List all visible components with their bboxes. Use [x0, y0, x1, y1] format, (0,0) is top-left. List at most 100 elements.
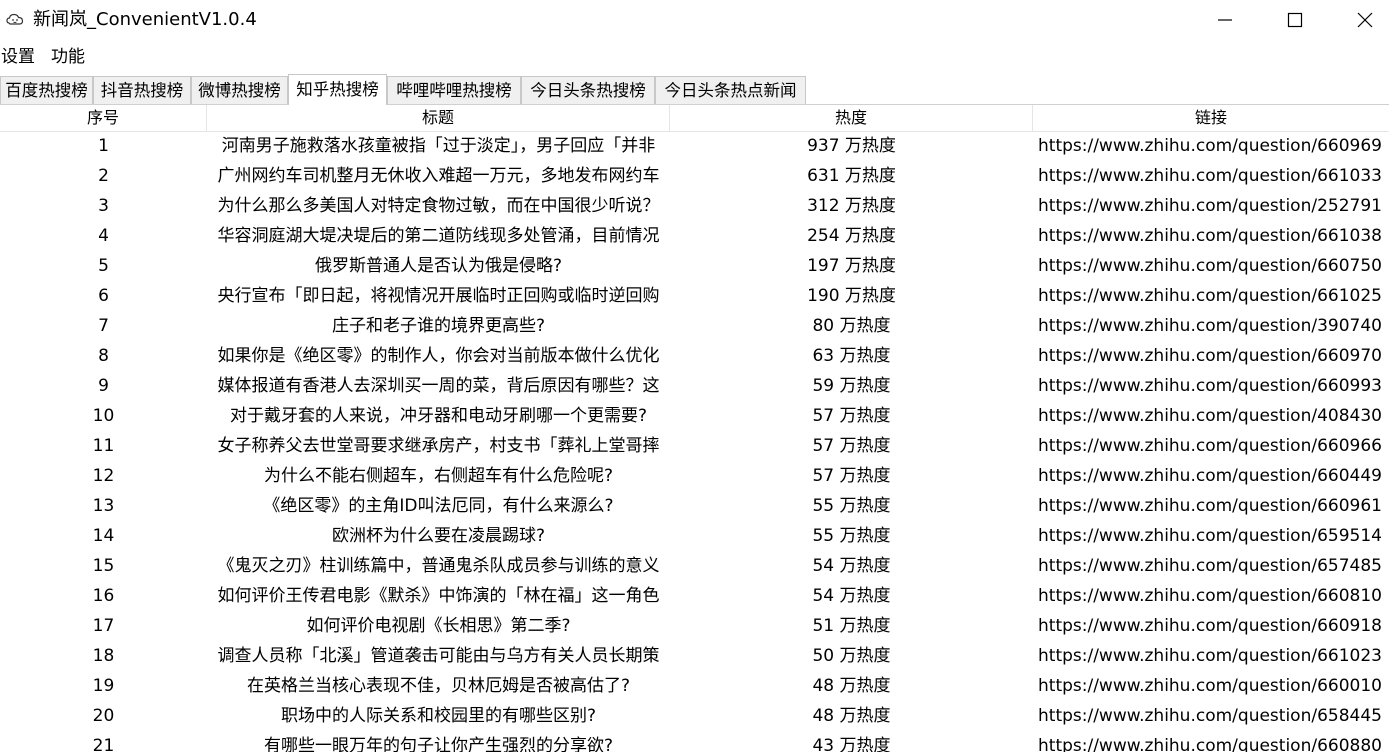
cell-heat[interactable]: 51 万热度 — [670, 611, 1033, 641]
tab-zhihu[interactable]: 知乎热搜榜 — [288, 74, 387, 105]
table-row[interactable]: 20 职场中的人际关系和校园里的有哪些区别? 48 万热度 https://www.z… — [0, 701, 1389, 731]
table-row[interactable]: 19 在英格兰当核心表现不佳，贝林厄姆是否被高估了? 48 万热度 https://w… — [0, 671, 1389, 701]
cell-title[interactable]: 为什么不能右侧超车，右侧超车有什么危险呢? — [207, 461, 670, 491]
table-row[interactable]: 4 华容洞庭湖大堤决堤后的第二道防线现多处管涌，目前情况 254 万热度 https:… — [0, 221, 1389, 251]
cell-heat[interactable]: 197 万热度 — [670, 251, 1033, 281]
cell-link[interactable]: https://www.zhihu.com/question/660970 — [1033, 341, 1389, 371]
cell-title[interactable]: 如何评价王传君电影《默杀》中饰演的「林在福」这一角色 — [207, 581, 670, 611]
cell-title[interactable]: 对于戴牙套的人来说，冲牙器和电动牙刷哪一个更需要? — [207, 401, 670, 431]
cell-index[interactable]: 1 — [0, 131, 207, 161]
cell-link[interactable]: https://www.zhihu.com/question/660918 — [1033, 611, 1389, 641]
cell-index[interactable]: 6 — [0, 281, 207, 311]
cell-link[interactable]: https://www.zhihu.com/question/660969 — [1033, 131, 1389, 161]
tab-bilibili[interactable]: 哔哩哔哩热搜榜 — [387, 76, 521, 104]
cell-title[interactable]: 为什么那么多美国人对特定食物过敏，而在中国很少听说？ — [207, 191, 670, 221]
cell-heat[interactable]: 57 万热度 — [670, 431, 1033, 461]
cell-title[interactable]: 河南男子施救落水孩童被指「过于淡定」，男子回应「并非 — [207, 131, 670, 161]
table-row[interactable]: 2 广州网约车司机整月无休收入难超一万元，多地发布网约车 631 万热度 https:… — [0, 161, 1389, 191]
table-row[interactable]: 1 河南男子施救落水孩童被指「过于淡定」，男子回应「并非 937 万热度 https:… — [0, 131, 1389, 161]
cell-title[interactable]: 女子称养父去世堂哥要求继承房产，村支书「葬礼上堂哥摔 — [207, 431, 670, 461]
tab-weibo[interactable]: 微博热搜榜 — [191, 76, 288, 104]
cell-title[interactable]: 有哪些一眼万年的句子让你产生强烈的分享欲? — [207, 731, 670, 752]
cell-index[interactable]: 5 — [0, 251, 207, 281]
cell-link[interactable]: https://www.zhihu.com/question/660810 — [1033, 581, 1389, 611]
cell-heat[interactable]: 48 万热度 — [670, 671, 1033, 701]
cell-heat[interactable]: 190 万热度 — [670, 281, 1033, 311]
cell-title[interactable]: 广州网约车司机整月无休收入难超一万元，多地发布网约车 — [207, 161, 670, 191]
cell-link[interactable]: https://www.zhihu.com/question/408430 — [1033, 401, 1389, 431]
cell-heat[interactable]: 48 万热度 — [670, 701, 1033, 731]
cell-heat[interactable]: 312 万热度 — [670, 191, 1033, 221]
maximize-button[interactable] — [1260, 0, 1330, 40]
cell-index[interactable]: 12 — [0, 461, 207, 491]
cell-link[interactable]: https://www.zhihu.com/question/661033 — [1033, 161, 1389, 191]
cell-index[interactable]: 13 — [0, 491, 207, 521]
cell-heat[interactable]: 55 万热度 — [670, 521, 1033, 551]
menu-functions[interactable]: 功能 — [50, 44, 86, 70]
header-heat[interactable]: 热度 — [670, 105, 1033, 131]
table-row[interactable]: 14 欧洲杯为什么要在凌晨踢球? 55 万热度 https://www.zhihu.c… — [0, 521, 1389, 551]
cell-heat[interactable]: 254 万热度 — [670, 221, 1033, 251]
table-row[interactable]: 3 为什么那么多美国人对特定食物过敏，而在中国很少听说？ 312 万热度 https:… — [0, 191, 1389, 221]
table-row[interactable]: 10 对于戴牙套的人来说，冲牙器和电动牙刷哪一个更需要? 57 万热度 https:/… — [0, 401, 1389, 431]
cell-index[interactable]: 19 — [0, 671, 207, 701]
cell-heat[interactable]: 937 万热度 — [670, 131, 1033, 161]
cell-link[interactable]: https://www.zhihu.com/question/661023 — [1033, 641, 1389, 671]
cell-index[interactable]: 16 — [0, 581, 207, 611]
cell-title[interactable]: 央行宣布「即日起，将视情况开展临时正回购或临时逆回购 — [207, 281, 670, 311]
tab-douyin[interactable]: 抖音热搜榜 — [93, 76, 191, 104]
cell-heat[interactable]: 54 万热度 — [670, 581, 1033, 611]
cell-index[interactable]: 11 — [0, 431, 207, 461]
cell-index[interactable]: 8 — [0, 341, 207, 371]
cell-link[interactable]: https://www.zhihu.com/question/660966 — [1033, 431, 1389, 461]
cell-index[interactable]: 3 — [0, 191, 207, 221]
cell-heat[interactable]: 63 万热度 — [670, 341, 1033, 371]
cell-link[interactable]: https://www.zhihu.com/question/660010 — [1033, 671, 1389, 701]
table-row[interactable]: 18 调查人员称「北溪」管道袭击可能由与乌方有关人员长期策 50 万热度 https:… — [0, 641, 1389, 671]
cell-title[interactable]: 《绝区零》的主角ID叫法厄同，有什么来源么? — [207, 491, 670, 521]
table-row[interactable]: 17 如何评价电视剧《长相思》第二季? 51 万热度 https://www.zhih… — [0, 611, 1389, 641]
cell-heat[interactable]: 57 万热度 — [670, 401, 1033, 431]
cell-link[interactable]: https://www.zhihu.com/question/660961 — [1033, 491, 1389, 521]
cell-title[interactable]: 《鬼灭之刃》柱训练篇中，普通鬼杀队成员参与训练的意义 — [207, 551, 670, 581]
cell-heat[interactable]: 80 万热度 — [670, 311, 1033, 341]
cell-index[interactable]: 20 — [0, 701, 207, 731]
cell-heat[interactable]: 43 万热度 — [670, 731, 1033, 752]
table-row[interactable]: 5 俄罗斯普通人是否认为俄是侵略? 197 万热度 https://www.zhihu… — [0, 251, 1389, 281]
cell-index[interactable]: 4 — [0, 221, 207, 251]
table-row[interactable]: 12 为什么不能右侧超车，右侧超车有什么危险呢? 57 万热度 https://www… — [0, 461, 1389, 491]
menu-settings[interactable]: 设置 — [0, 44, 36, 70]
header-title[interactable]: 标题 — [207, 105, 670, 131]
cell-heat[interactable]: 59 万热度 — [670, 371, 1033, 401]
table-row[interactable]: 6 央行宣布「即日起，将视情况开展临时正回购或临时逆回购 190 万热度 https:… — [0, 281, 1389, 311]
cell-link[interactable]: https://www.zhihu.com/question/660750 — [1033, 251, 1389, 281]
cell-title[interactable]: 如果你是《绝区零》的制作人，你会对当前版本做什么优化 — [207, 341, 670, 371]
cell-title[interactable]: 在英格兰当核心表现不佳，贝林厄姆是否被高估了? — [207, 671, 670, 701]
close-button[interactable] — [1330, 0, 1389, 40]
cell-index[interactable]: 14 — [0, 521, 207, 551]
cell-link[interactable]: https://www.zhihu.com/question/390740 — [1033, 311, 1389, 341]
header-index[interactable]: 序号 — [0, 105, 207, 131]
cell-link[interactable]: https://www.zhihu.com/question/659514 — [1033, 521, 1389, 551]
table-row[interactable]: 7 庄子和老子谁的境界更高些? 80 万热度 https://www.zhihu.co… — [0, 311, 1389, 341]
cell-heat[interactable]: 54 万热度 — [670, 551, 1033, 581]
cell-heat[interactable]: 57 万热度 — [670, 461, 1033, 491]
cell-index[interactable]: 2 — [0, 161, 207, 191]
tab-baidu[interactable]: 百度热搜榜 — [0, 76, 93, 104]
cell-link[interactable]: https://www.zhihu.com/question/661025 — [1033, 281, 1389, 311]
header-link[interactable]: 链接 — [1033, 105, 1389, 131]
title-bar[interactable]: 新闻岚_ConvenientV1.0.4 — [0, 0, 1389, 40]
table-row[interactable]: 21 有哪些一眼万年的句子让你产生强烈的分享欲? 43 万热度 https://www… — [0, 731, 1389, 752]
cell-title[interactable]: 庄子和老子谁的境界更高些? — [207, 311, 670, 341]
cell-title[interactable]: 媒体报道有香港人去深圳买一周的菜，背后原因有哪些？这 — [207, 371, 670, 401]
cell-heat[interactable]: 631 万热度 — [670, 161, 1033, 191]
minimize-button[interactable] — [1190, 0, 1260, 40]
cell-title[interactable]: 如何评价电视剧《长相思》第二季? — [207, 611, 670, 641]
cell-link[interactable]: https://www.zhihu.com/question/660993 — [1033, 371, 1389, 401]
cell-link[interactable]: https://www.zhihu.com/question/661038 — [1033, 221, 1389, 251]
cell-title[interactable]: 欧洲杯为什么要在凌晨踢球? — [207, 521, 670, 551]
cell-index[interactable]: 17 — [0, 611, 207, 641]
cell-index[interactable]: 15 — [0, 551, 207, 581]
table-row[interactable]: 9 媒体报道有香港人去深圳买一周的菜，背后原因有哪些？这 59 万热度 https:/… — [0, 371, 1389, 401]
cell-title[interactable]: 调查人员称「北溪」管道袭击可能由与乌方有关人员长期策 — [207, 641, 670, 671]
